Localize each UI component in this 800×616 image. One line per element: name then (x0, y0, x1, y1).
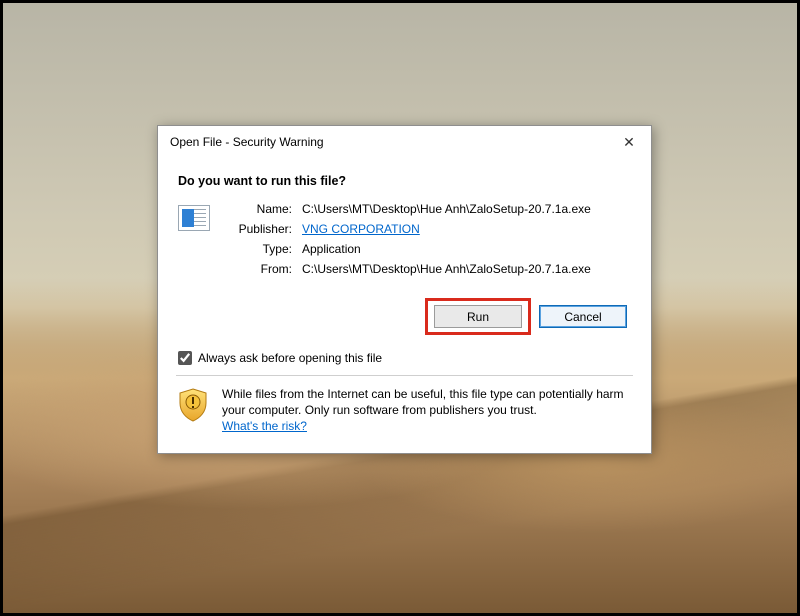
field-publisher: Publisher: VNG CORPORATION (224, 222, 633, 236)
field-name: Name: C:\Users\MT\Desktop\Hue Anh\ZaloSe… (224, 202, 633, 216)
always-ask-label: Always ask before opening this file (198, 351, 382, 365)
run-button-highlight: Run (425, 298, 531, 335)
label-type: Type: (224, 242, 302, 256)
application-icon (178, 205, 210, 231)
dialog-title: Open File - Security Warning (170, 135, 324, 149)
file-info-section: Name: C:\Users\MT\Desktop\Hue Anh\ZaloSe… (176, 202, 633, 282)
dialog-titlebar: Open File - Security Warning ✕ (158, 126, 651, 158)
label-name: Name: (224, 202, 302, 216)
value-type: Application (302, 242, 361, 256)
dialog-body: Do you want to run this file? Name: C:\U… (158, 158, 651, 453)
warning-text: While files from the Internet can be use… (222, 387, 624, 417)
shield-warning-icon (178, 388, 208, 422)
warning-text-block: While files from the Internet can be use… (222, 386, 631, 435)
divider (176, 375, 633, 376)
file-fields: Name: C:\Users\MT\Desktop\Hue Anh\ZaloSe… (224, 202, 633, 282)
dialog-button-row: Run Cancel (176, 298, 627, 335)
field-type: Type: Application (224, 242, 633, 256)
value-name: C:\Users\MT\Desktop\Hue Anh\ZaloSetup-20… (302, 202, 591, 216)
always-ask-row[interactable]: Always ask before opening this file (178, 351, 633, 365)
whats-the-risk-link[interactable]: What's the risk? (222, 419, 307, 433)
cancel-button[interactable]: Cancel (539, 305, 627, 328)
desktop-background: Open File - Security Warning ✕ Do you wa… (0, 0, 800, 616)
value-from: C:\Users\MT\Desktop\Hue Anh\ZaloSetup-20… (302, 262, 591, 276)
close-icon: ✕ (623, 135, 635, 149)
always-ask-checkbox[interactable] (178, 351, 192, 365)
warning-section: While files from the Internet can be use… (176, 386, 633, 439)
close-button[interactable]: ✕ (615, 132, 643, 152)
label-from: From: (224, 262, 302, 276)
run-button[interactable]: Run (434, 305, 522, 328)
dialog-question: Do you want to run this file? (178, 174, 633, 188)
label-publisher: Publisher: (224, 222, 302, 236)
publisher-link[interactable]: VNG CORPORATION (302, 222, 420, 236)
field-from: From: C:\Users\MT\Desktop\Hue Anh\ZaloSe… (224, 262, 633, 276)
security-warning-dialog: Open File - Security Warning ✕ Do you wa… (157, 125, 652, 454)
